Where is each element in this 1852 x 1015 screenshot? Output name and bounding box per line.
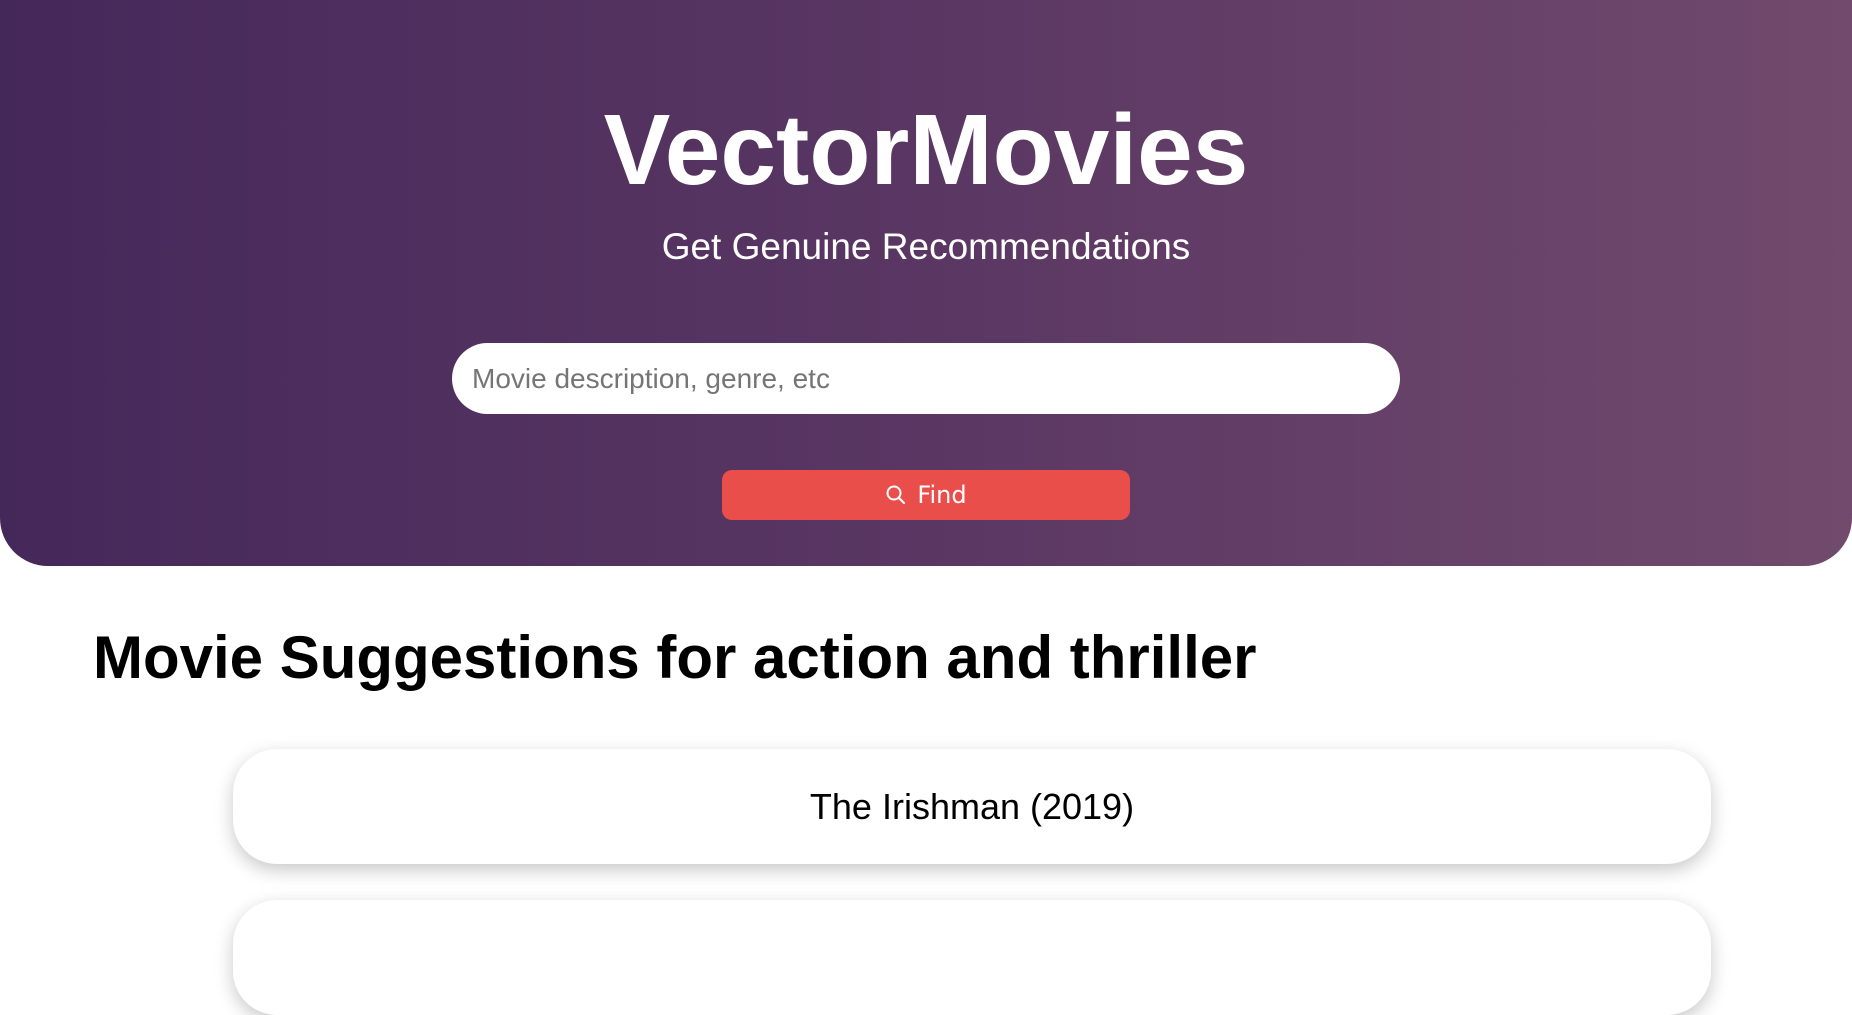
movie-card[interactable] [233,900,1711,1015]
movie-title: The Irishman (2019) [809,785,1135,827]
find-button-label: Find [917,481,967,509]
app-title: VectorMovies [603,94,1249,206]
app-subtitle: Get Genuine Recommendations [661,226,1191,267]
search-icon [885,484,907,506]
hero-banner: VectorMovies Get Genuine Recommendations… [0,0,1852,566]
search-input[interactable] [452,343,1400,414]
find-button[interactable]: Find [722,470,1130,520]
results-heading: Movie Suggestions for action and thrille… [93,624,1257,691]
movie-card[interactable]: The Irishman (2019) [233,749,1711,864]
